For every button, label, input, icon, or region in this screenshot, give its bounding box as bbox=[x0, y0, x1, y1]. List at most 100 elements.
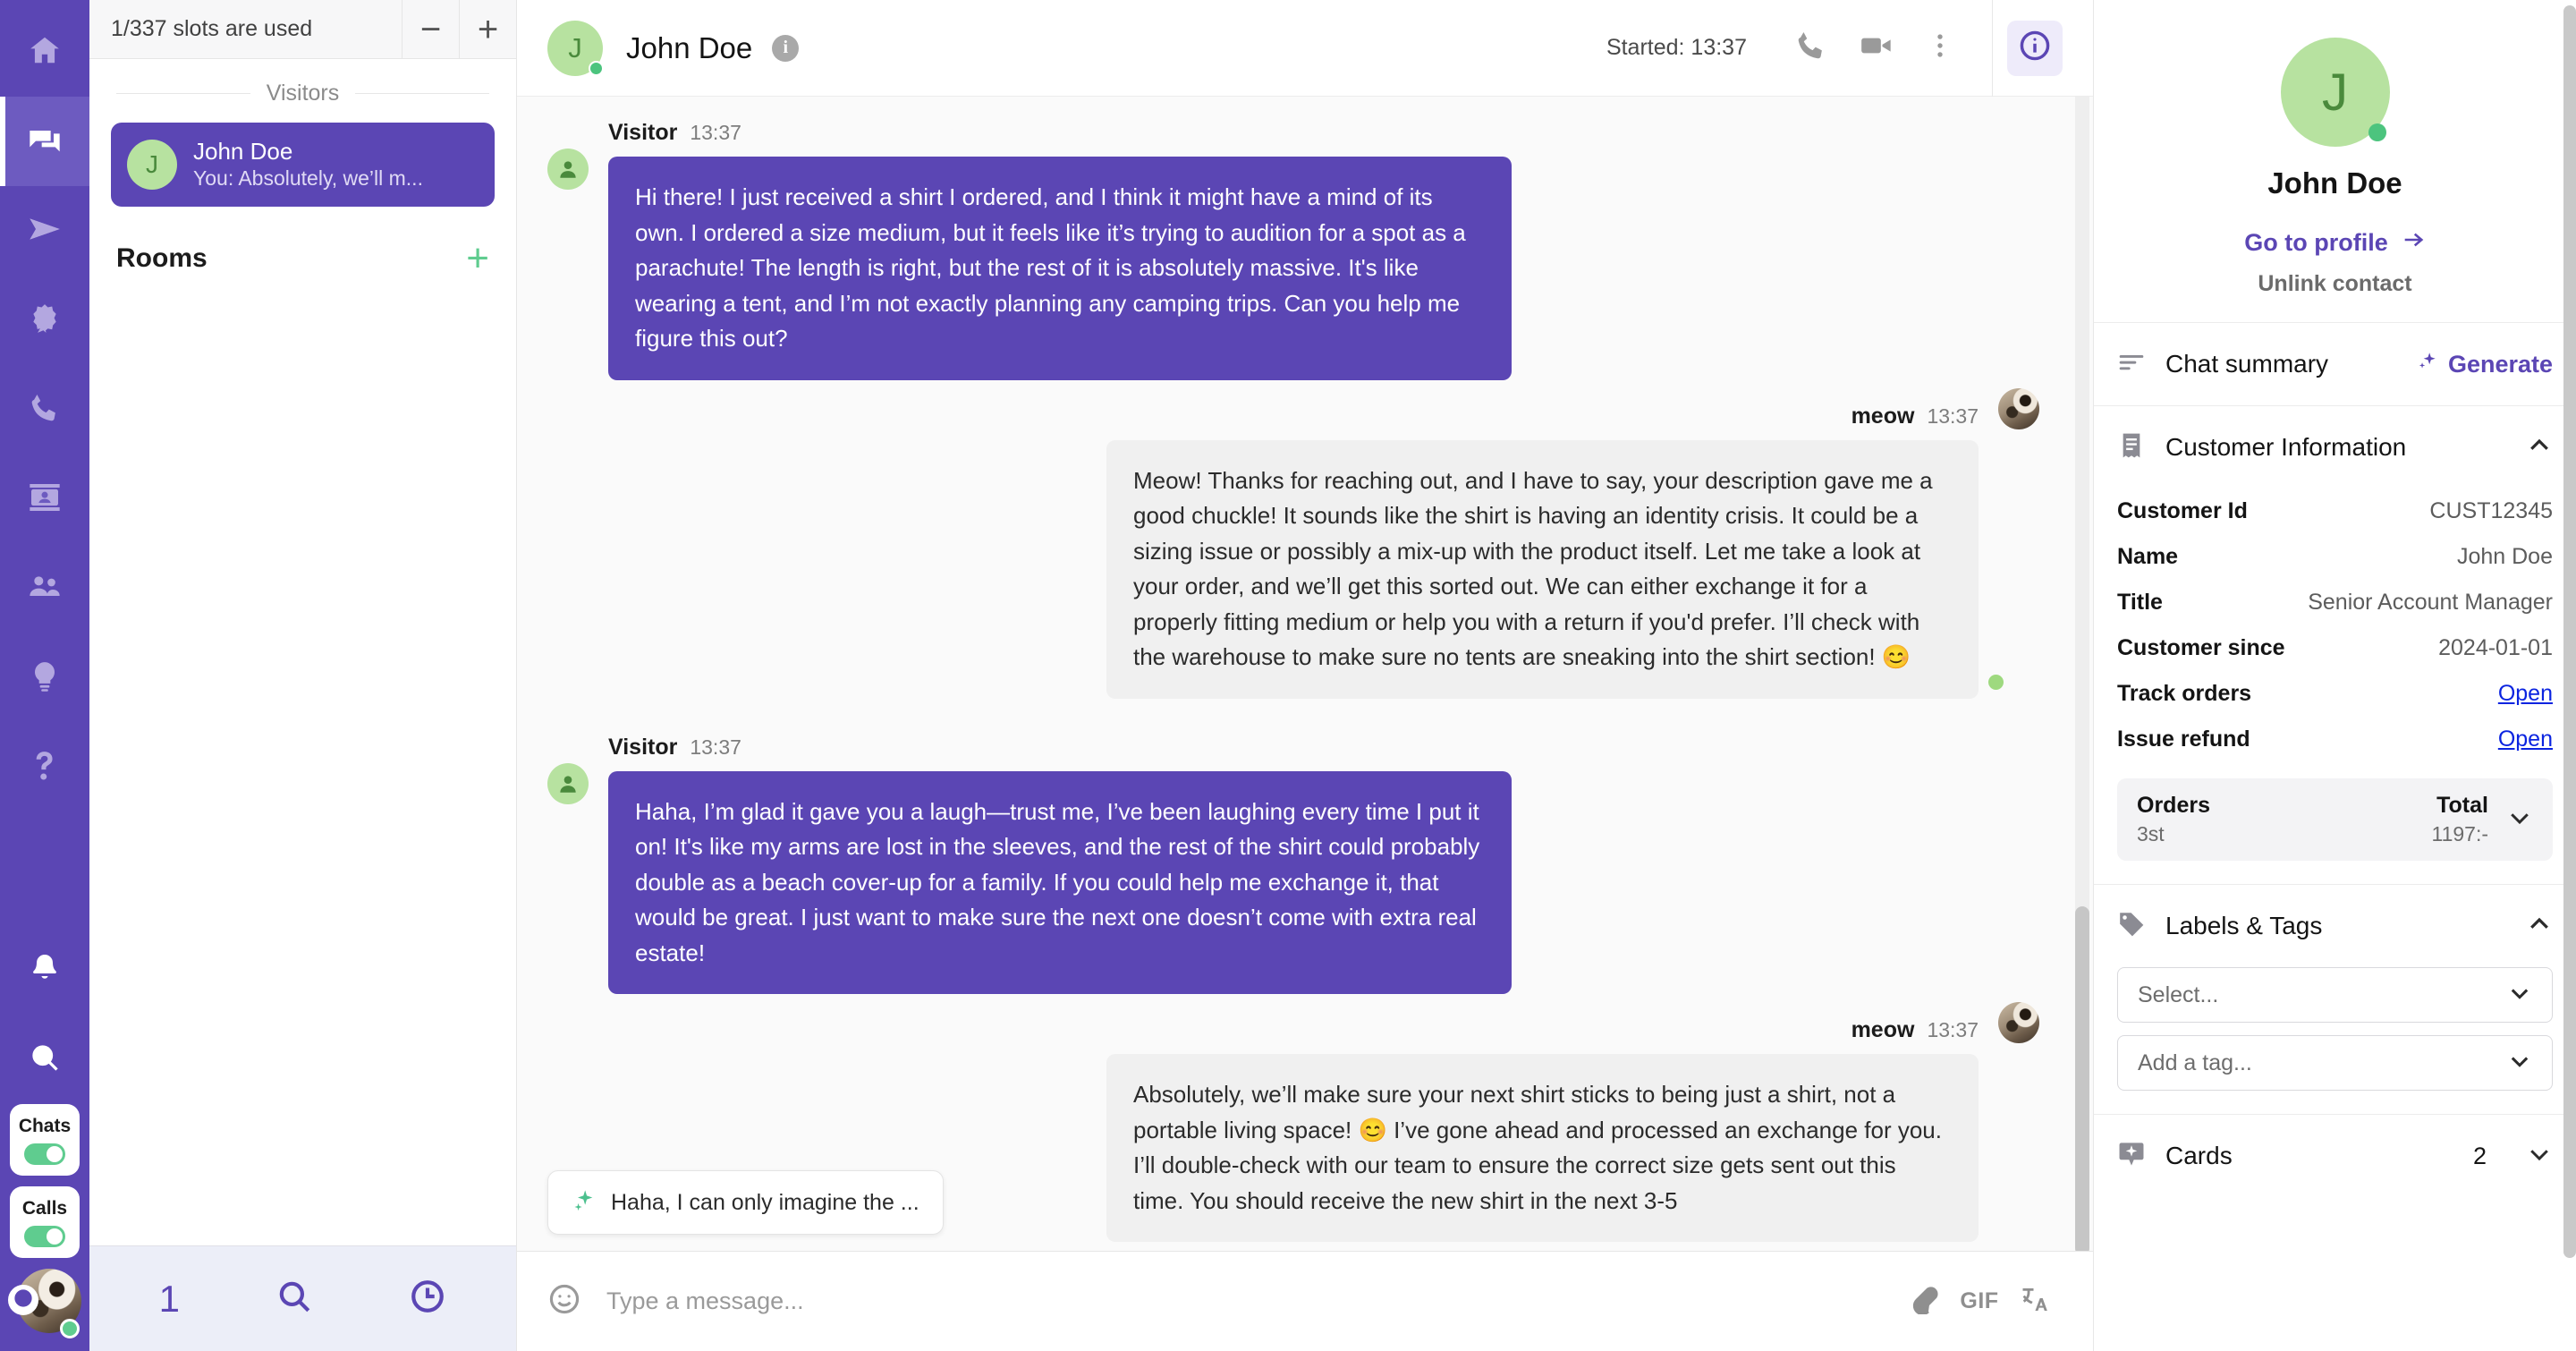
paperclip-icon bbox=[1909, 1284, 1939, 1319]
question-mark-icon bbox=[28, 749, 62, 787]
toggle-calls-label: Calls bbox=[21, 1197, 68, 1219]
nav-search[interactable] bbox=[0, 1015, 89, 1104]
unlink-contact-button[interactable]: Unlink contact bbox=[2094, 271, 2576, 297]
chevron-up-icon[interactable] bbox=[2526, 432, 2553, 463]
more-options-button[interactable] bbox=[1908, 0, 1972, 96]
nav-send[interactable] bbox=[0, 186, 89, 276]
nav-team[interactable] bbox=[0, 544, 89, 633]
chevron-down-icon[interactable] bbox=[2507, 1049, 2532, 1078]
message-author: Visitor bbox=[608, 734, 678, 760]
chevron-down-icon[interactable] bbox=[2507, 981, 2532, 1010]
message-meta: Visitor 13:37 bbox=[608, 120, 1512, 146]
nav-contact-card[interactable] bbox=[0, 455, 89, 544]
tag-select-placeholder: Add a tag... bbox=[2138, 1049, 2252, 1075]
rail-user-avatar[interactable] bbox=[8, 1269, 81, 1342]
list-item-text: John Doe You: Absolutely, we’ll m... bbox=[193, 137, 423, 192]
status-badge bbox=[589, 60, 604, 76]
orders-total-group: Total 1197:- bbox=[2431, 793, 2533, 846]
list-item[interactable]: J John Doe You: Absolutely, we’ll m... bbox=[111, 123, 495, 207]
status-emoji-badge[interactable] bbox=[8, 1285, 38, 1315]
chat-summary-section: Chat summary Generate bbox=[2094, 322, 2576, 405]
labels-tags-header[interactable]: Labels & Tags bbox=[2117, 885, 2553, 967]
message-time: 13:37 bbox=[690, 121, 741, 144]
ai-suggestion-chip[interactable]: Haha, I can only imagine the ... bbox=[547, 1170, 944, 1235]
gif-button[interactable]: GIF bbox=[1952, 1288, 2007, 1314]
nav-chats[interactable] bbox=[0, 97, 89, 186]
orders-column: Orders 3st bbox=[2137, 793, 2210, 846]
message-input[interactable] bbox=[606, 1287, 1896, 1315]
orders-summary-card[interactable]: Orders 3st Total 1197:- bbox=[2117, 778, 2553, 861]
customer-information-header[interactable]: Customer Information bbox=[2117, 406, 2553, 489]
details-panel-scrollbar-thumb[interactable] bbox=[2563, 5, 2576, 1258]
sparkle-icon bbox=[572, 1188, 597, 1218]
lightbulb-icon bbox=[28, 659, 62, 698]
status-badge bbox=[2368, 123, 2386, 141]
start-video-button[interactable] bbox=[1843, 0, 1908, 96]
chat-summary-title: Chat summary bbox=[2165, 350, 2329, 378]
message-list[interactable]: Visitor 13:37 Hi there! I just received … bbox=[517, 97, 2093, 1251]
start-call-button[interactable] bbox=[1779, 0, 1843, 96]
message-row: Absolutely, we’ll make sure your next sh… bbox=[1106, 1002, 2039, 1243]
nav-home[interactable] bbox=[0, 7, 89, 97]
message-body: Meow! Thanks for reaching out, and I hav… bbox=[1106, 439, 2004, 699]
toggle-details-panel-button[interactable] bbox=[2007, 20, 2063, 76]
nav-help[interactable] bbox=[0, 723, 89, 812]
ai-suggestion-text: Haha, I can only imagine the ... bbox=[611, 1189, 919, 1215]
message-list-scrollbar-thumb[interactable] bbox=[2075, 906, 2089, 1251]
nav-campaigns[interactable] bbox=[0, 276, 89, 365]
phone-icon bbox=[1794, 29, 1828, 67]
message-author: meow bbox=[1851, 403, 1915, 429]
issue-refund-link[interactable]: Open bbox=[2498, 726, 2553, 752]
labels-tags-section: Labels & Tags Select... Add a tag... bbox=[2094, 884, 2576, 1114]
open-chats-count[interactable]: 1 bbox=[159, 1278, 180, 1321]
toggle-chats[interactable]: Chats bbox=[10, 1104, 80, 1176]
nav-calls[interactable] bbox=[0, 365, 89, 455]
divider-line-right bbox=[355, 93, 490, 94]
recent-history-icon[interactable] bbox=[409, 1278, 446, 1320]
chat-bubbles-icon bbox=[27, 122, 63, 162]
track-orders-link[interactable]: Open bbox=[2498, 681, 2553, 707]
customer-information-title: Customer Information bbox=[2165, 433, 2407, 461]
emoji-picker-button[interactable] bbox=[547, 1282, 581, 1321]
message-time: 13:37 bbox=[1927, 1018, 1979, 1042]
chevron-up-icon[interactable] bbox=[2526, 911, 2553, 942]
avatar: J bbox=[547, 20, 604, 76]
orders-value: 3st bbox=[2137, 822, 2165, 845]
cards-header[interactable]: Cards 2 bbox=[2117, 1115, 2553, 1197]
avatar-initial: J bbox=[568, 31, 582, 64]
nav-notifications[interactable] bbox=[0, 925, 89, 1015]
tag-select[interactable]: Add a tag... bbox=[2117, 1035, 2553, 1091]
generate-label: Generate bbox=[2447, 350, 2553, 378]
info-icon[interactable]: i bbox=[772, 34, 800, 62]
app-root: Chats Calls 1/337 slots are used − + Vis… bbox=[0, 0, 2576, 1351]
details-panel: J John Doe Go to profile Unlink contact … bbox=[2093, 0, 2576, 1351]
kebab-menu-icon bbox=[1925, 30, 1955, 65]
customer-fields: Customer Id CUST12345 Name John Doe Titl… bbox=[2117, 489, 2553, 762]
message-bubble: Meow! Thanks for reaching out, and I hav… bbox=[1106, 439, 1979, 699]
message-body: Visitor 13:37 Haha, I’m glad it gave you… bbox=[608, 735, 1512, 995]
toggle-chats-switch[interactable] bbox=[24, 1143, 65, 1165]
search-icon[interactable] bbox=[275, 1278, 313, 1320]
decrease-slots-button[interactable]: − bbox=[402, 0, 459, 58]
increase-slots-button[interactable]: + bbox=[459, 0, 516, 58]
chat-summary-header: Chat summary Generate bbox=[2117, 323, 2553, 405]
message-meta: meow 13:37 bbox=[1852, 1017, 1979, 1043]
toggle-calls-switch[interactable] bbox=[24, 1225, 65, 1247]
cards-title: Cards bbox=[2165, 1142, 2233, 1169]
add-room-button[interactable]: + bbox=[466, 239, 489, 278]
generate-summary-button[interactable]: Generate bbox=[2416, 350, 2553, 379]
field-label: Track orders bbox=[2117, 681, 2252, 706]
paper-plane-icon bbox=[27, 211, 63, 251]
nav-insights[interactable] bbox=[0, 633, 89, 723]
attach-file-button[interactable] bbox=[1896, 1284, 1952, 1319]
chevron-down-icon[interactable] bbox=[2506, 804, 2533, 836]
label-select[interactable]: Select... bbox=[2117, 967, 2553, 1023]
chevron-down-icon[interactable] bbox=[2526, 1141, 2553, 1172]
translate-button[interactable] bbox=[2007, 1283, 2063, 1320]
cards-section: Cards 2 bbox=[2094, 1114, 2576, 1197]
message-bubble: Haha, I’m glad it gave you a laugh—trust… bbox=[608, 770, 1512, 995]
slots-text: 1/337 slots are used bbox=[111, 16, 313, 41]
visitors-section-divider: Visitors bbox=[89, 59, 516, 115]
go-to-profile-link[interactable]: Go to profile bbox=[2094, 227, 2576, 259]
toggle-calls[interactable]: Calls bbox=[10, 1186, 80, 1258]
